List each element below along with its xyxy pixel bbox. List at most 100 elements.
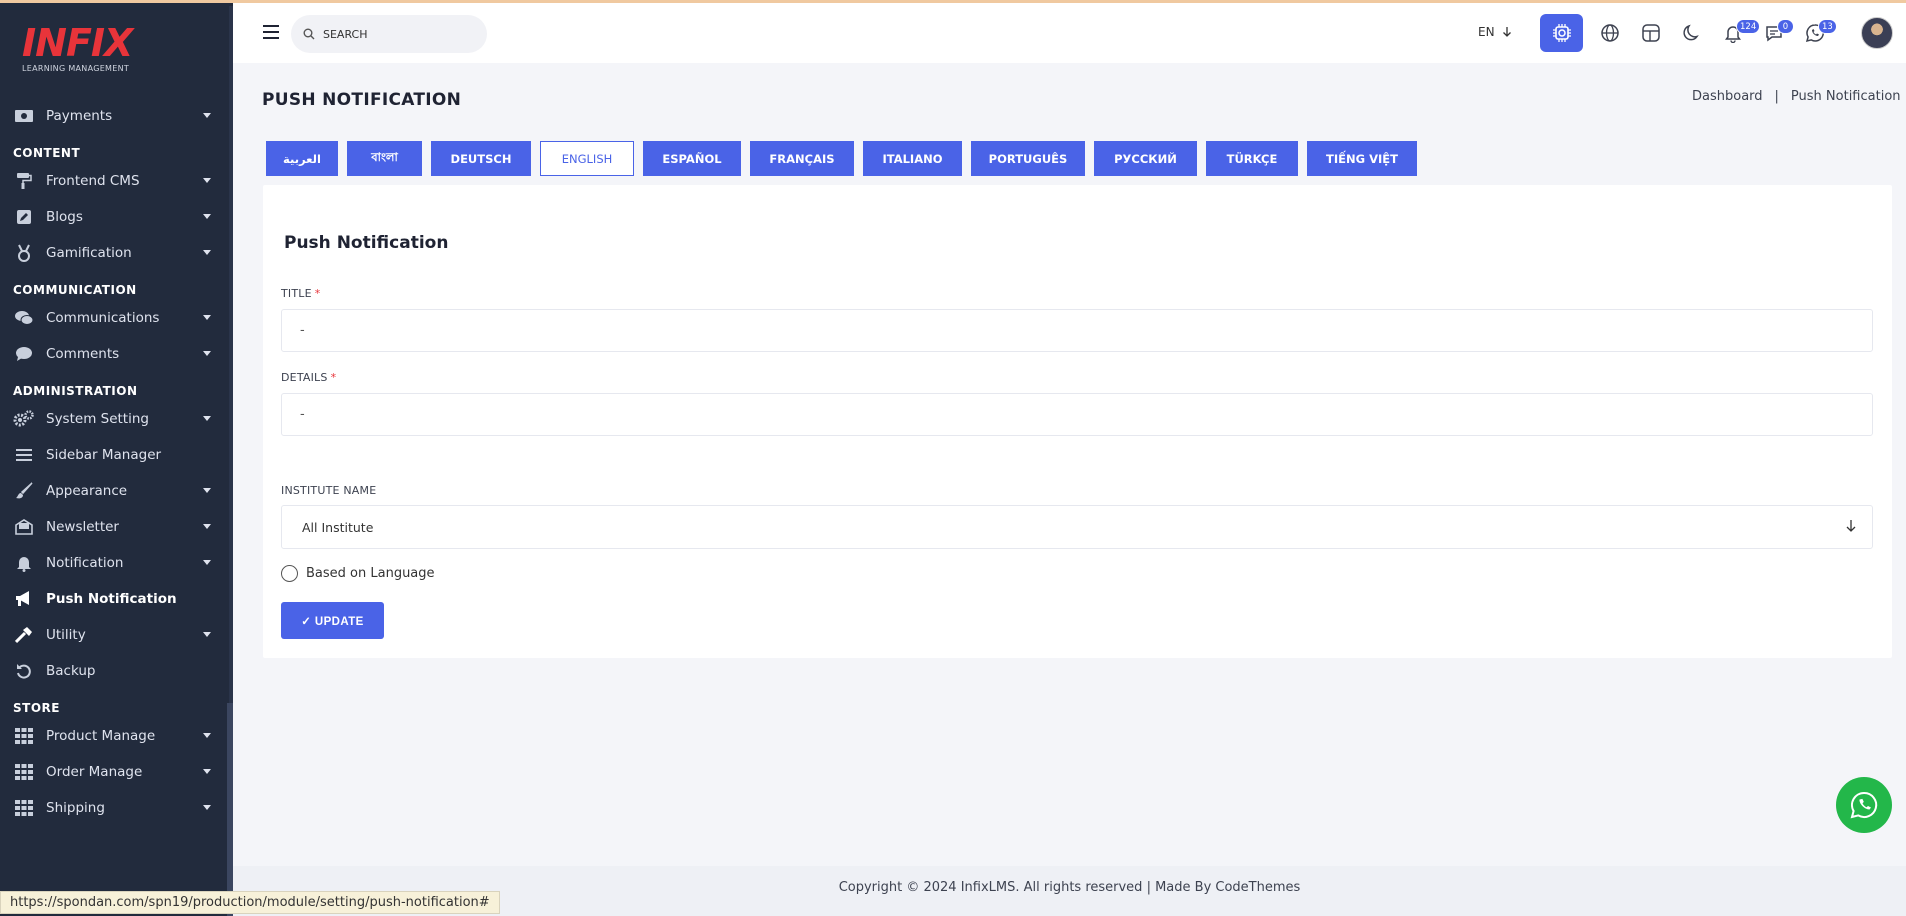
sidebar-item-label: Sidebar Manager — [46, 447, 162, 463]
caret-down-icon — [203, 769, 211, 774]
title-input[interactable] — [281, 309, 1873, 352]
megaphone-icon — [13, 590, 35, 608]
sidebar-item-newsletter[interactable]: Newsletter — [0, 509, 233, 545]
language-tab[interactable]: FRANÇAIS — [750, 141, 854, 176]
caret-down-icon — [203, 632, 211, 637]
logo-tagline: LEARNING MANAGEMENT — [22, 64, 130, 73]
sidebar-section-title: COMMUNICATION — [13, 283, 137, 297]
details-label-text: DETAILS — [281, 371, 328, 384]
push-notification-card: Push Notification TITLE* DETAILS* INSTIT… — [263, 185, 1892, 658]
language-tab[interactable]: РУССКИЙ — [1094, 141, 1197, 176]
logo-brand: INFIX — [22, 21, 133, 65]
sidebar-item-label: Utility — [46, 627, 86, 643]
logo[interactable]: INFIX LEARNING MANAGEMENT — [22, 21, 133, 73]
caret-down-icon — [203, 416, 211, 421]
grid-icon — [13, 727, 35, 745]
sidebar-item-label: Product Manage — [46, 728, 156, 744]
sidebar-menu: Payments CONTENT Frontend CMS Blogs Gamifica… — [0, 98, 233, 826]
institute-select-value: All Institute — [302, 519, 374, 535]
breadcrumb-current: Push Notification — [1790, 89, 1901, 104]
sidebar-item-label: Payments — [46, 108, 113, 124]
radio-circle[interactable] — [281, 565, 298, 582]
language-tab[interactable]: PORTUGUÊS — [971, 141, 1085, 176]
menu-lines-icon — [13, 446, 35, 464]
sidebar-item-order-manage[interactable]: Order Manage — [0, 754, 233, 790]
sidebar-item-backup[interactable]: Backup — [0, 653, 233, 689]
sidebar-item-frontend-cms[interactable]: Frontend CMS — [0, 163, 233, 199]
language-tab[interactable]: ITALIANO — [863, 141, 962, 176]
breadcrumb-dashboard[interactable]: Dashboard — [1692, 89, 1763, 104]
messages-icon[interactable]: 0 — [1758, 17, 1794, 49]
language-tab[interactable]: ENGLISH — [540, 141, 634, 176]
sidebar-item-label: Newsletter — [46, 519, 119, 535]
sidebar-item-sidebar-manager[interactable]: Sidebar Manager — [0, 437, 233, 473]
based-on-language-radio[interactable]: Based on Language — [281, 565, 435, 582]
hamburger-menu-icon[interactable] — [263, 25, 279, 39]
sidebar-item-label: Gamification — [46, 245, 132, 261]
cpu-settings-icon[interactable] — [1540, 14, 1583, 52]
caret-down-icon — [203, 178, 211, 183]
required-mark: * — [314, 287, 321, 300]
caret-down-icon — [203, 733, 211, 738]
grid-icon — [13, 799, 35, 817]
notifications-bell-icon[interactable]: 124 — [1717, 17, 1761, 49]
language-tab[interactable]: العربية — [266, 141, 338, 176]
language-select[interactable]: EN — [1478, 25, 1513, 39]
sidebar-item-communications[interactable]: Communications — [0, 300, 233, 336]
language-tab[interactable]: বাংলা — [347, 141, 422, 176]
sidebar-section-title: CONTENT — [13, 146, 81, 160]
search-box[interactable] — [291, 15, 487, 53]
sidebar-item-label: Shipping — [46, 800, 105, 816]
details-label: DETAILS * — [281, 371, 336, 384]
globe-icon[interactable] — [1594, 17, 1626, 49]
layout-icon[interactable] — [1635, 17, 1667, 49]
medal-icon — [13, 244, 35, 262]
arrow-down-icon — [1502, 27, 1511, 37]
sidebar-item-label: Backup — [46, 663, 96, 679]
envelope-open-icon — [13, 518, 35, 536]
sidebar-item-appearance[interactable]: Appearance — [0, 473, 233, 509]
brush-icon — [13, 482, 35, 500]
update-button[interactable]: ✓ UPDATE — [281, 602, 384, 639]
messages-badge: 0 — [1777, 19, 1794, 34]
sidebar-item-label: Communications — [46, 310, 160, 326]
sidebar-item-payments[interactable]: Payments — [0, 98, 233, 134]
sidebar-item-notification[interactable]: Notification — [0, 545, 233, 581]
sidebar-item-shipping[interactable]: Shipping — [0, 790, 233, 826]
search-input[interactable] — [323, 27, 473, 41]
sidebar-item-utility[interactable]: Utility — [0, 617, 233, 653]
caret-down-icon — [203, 250, 211, 255]
whatsapp-header-icon[interactable]: 13 — [1799, 17, 1837, 49]
caret-down-icon — [203, 524, 211, 529]
moon-icon[interactable] — [1676, 17, 1708, 49]
sidebar-item-label: Order Manage — [46, 764, 143, 780]
whatsapp-float-button[interactable] — [1836, 777, 1892, 833]
institute-select[interactable]: All Institute — [281, 505, 1873, 549]
title-label: TITLE * — [281, 287, 320, 300]
breadcrumb: Dashboard | Push Notification — [1692, 89, 1901, 104]
language-tab[interactable]: DEUTSCH — [431, 141, 531, 176]
title-label-text: TITLE — [281, 287, 312, 300]
radio-label: Based on Language — [306, 566, 435, 581]
page-title: PUSH NOTIFICATION — [262, 90, 462, 110]
language-tab[interactable]: TIẾNG VIỆT — [1307, 141, 1417, 176]
sidebar-item-label: Notification — [46, 555, 124, 571]
sidebar-item-label: Appearance — [46, 483, 128, 499]
money-icon — [13, 107, 35, 125]
grid-icon — [13, 763, 35, 781]
sidebar-item-product-manage[interactable]: Product Manage — [0, 718, 233, 754]
language-tab[interactable]: ESPAÑOL — [643, 141, 741, 176]
status-bar-url: https://spondan.com/spn19/production/mod… — [0, 891, 500, 914]
sidebar-item-comments[interactable]: Comments — [0, 336, 233, 372]
details-input[interactable] — [281, 393, 1873, 436]
paint-roller-icon — [13, 172, 35, 190]
language-tab[interactable]: TÜRKÇE — [1206, 141, 1298, 176]
sidebar-item-push-notification[interactable]: Push Notification — [0, 581, 233, 617]
hammer-icon — [13, 626, 35, 644]
user-avatar[interactable] — [1861, 17, 1893, 49]
sidebar-item-gamification[interactable]: Gamification — [0, 235, 233, 271]
comment-icon — [13, 345, 35, 363]
notifications-badge: 124 — [1736, 19, 1761, 34]
sidebar-item-system-setting[interactable]: System Setting — [0, 401, 233, 437]
sidebar-item-blogs[interactable]: Blogs — [0, 199, 233, 235]
